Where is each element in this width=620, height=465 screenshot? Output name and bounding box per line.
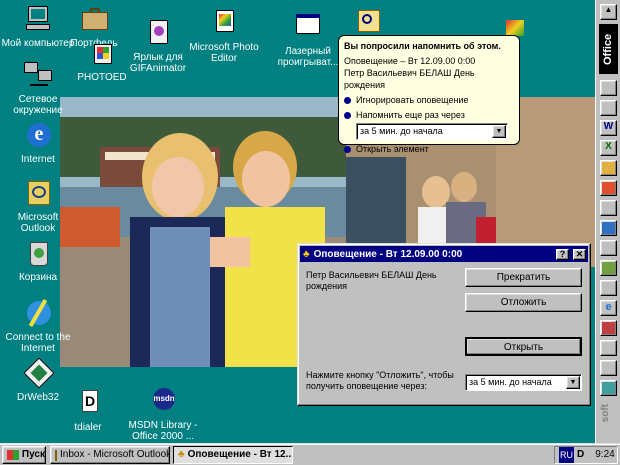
- photo-editor-icon: [208, 8, 240, 40]
- reminder-balloon: Вы попросили напомнить об этом. Оповещен…: [338, 35, 520, 154]
- bullet-icon: [344, 96, 351, 104]
- office-bar-bottom-label: soft: [600, 404, 611, 423]
- desktop-icon-recycle-bin[interactable]: Корзина: [0, 238, 76, 283]
- magnifier-icon: [356, 8, 382, 34]
- dialog-title: Оповещение - Вт 12.09.00 0:00: [313, 248, 463, 260]
- balloon-option-snooze[interactable]: Напомнить еще раз через: [344, 109, 514, 121]
- desktop-icon-label: Microsoft Photo Editor: [189, 42, 259, 64]
- balloon-heading: Вы попросили напомнить об этом.: [344, 41, 501, 51]
- office-app-icon[interactable]: [600, 340, 617, 356]
- taskbar-item-label: Оповещение - Вт 12...: [187, 449, 293, 460]
- chevron-down-icon[interactable]: ▼: [566, 376, 580, 389]
- tray-app-icon[interactable]: D: [577, 447, 584, 463]
- office-app-icon[interactable]: [600, 380, 617, 396]
- select-value: за 5 мин. до начала: [469, 377, 552, 387]
- desktop-icon-tdialer[interactable]: D tdialer: [50, 388, 126, 433]
- language-indicator[interactable]: RU: [559, 447, 574, 463]
- internet-explorer-icon[interactable]: e: [600, 300, 617, 316]
- balloon-subject-line: Петр Васильевич БЕЛАШ День рождения: [344, 68, 475, 90]
- dismiss-button[interactable]: Прекратить: [465, 268, 582, 287]
- desktop-icon-connect-internet[interactable]: Connect to the Internet: [0, 298, 76, 354]
- desktop-icon-label: Лазерный проигрыват...: [277, 46, 339, 68]
- outlook-icon: [22, 178, 54, 210]
- dialog-titlebar[interactable]: ♣ Оповещение - Вт 12.09.00 0:00 ? ✕: [300, 246, 588, 262]
- desktop-icon-label: Connect to the Internet: [5, 332, 71, 354]
- balloon-option-label: Открыть элемент: [356, 144, 429, 154]
- taskbar: Пуск Inbox - Microsoft Outlook ♣ Оповеще…: [0, 443, 620, 465]
- desktop-icon-laser-player[interactable]: Лазерный проигрыват...: [270, 12, 346, 68]
- desktop-icon-label: Ярлык для GIFAnimator: [129, 52, 187, 74]
- close-button[interactable]: ✕: [573, 248, 586, 260]
- help-button[interactable]: ?: [556, 248, 569, 260]
- desktop-icon-photo-editor[interactable]: Microsoft Photo Editor: [186, 8, 262, 64]
- desktop-icon-label: Корзина: [18, 272, 58, 283]
- gifanimator-icon: [142, 18, 174, 50]
- reminder-dialog: ♣ Оповещение - Вт 12.09.00 0:00 ? ✕ Петр…: [297, 243, 591, 406]
- desktop-icon-reminder-shortcut[interactable]: [354, 8, 384, 36]
- bullet-icon: [344, 145, 351, 153]
- desktop-icon-label: Microsoft Outlook: [17, 212, 59, 234]
- chevron-down-icon[interactable]: ▼: [492, 125, 506, 138]
- excel-icon[interactable]: X: [600, 140, 617, 156]
- briefcase-icon: [78, 4, 110, 36]
- office-app-icon[interactable]: [600, 220, 617, 236]
- select-value: за 5 мин. до начала: [360, 126, 443, 136]
- desktop-icon-gifanimator[interactable]: Ярлык для GIFAnimator: [120, 18, 196, 74]
- office-shortcut-bar: ▲ Office W X e soft: [595, 0, 620, 443]
- office-bar-label: Office: [599, 24, 618, 74]
- connect-internet-icon: [22, 298, 54, 330]
- postpone-prompt: Нажмите кнопку "Отложить", чтобы получит…: [306, 370, 454, 391]
- tdialer-icon: D: [72, 388, 104, 420]
- balloon-option-open[interactable]: Открыть элемент: [344, 143, 514, 155]
- office-app-icon[interactable]: [600, 100, 617, 116]
- office-app-icon[interactable]: [600, 180, 617, 196]
- postpone-select[interactable]: за 5 мин. до начала ▼: [465, 374, 582, 391]
- desktop-icon-label: Internet: [21, 154, 55, 165]
- start-button[interactable]: Пуск: [2, 446, 46, 464]
- office-app-icon[interactable]: [600, 320, 617, 336]
- start-label: Пуск: [21, 449, 45, 460]
- balloon-option-label: Игнорировать оповещение: [356, 95, 469, 105]
- office-app-icon[interactable]: [600, 80, 617, 96]
- balloon-snooze-select[interactable]: за 5 мин. до начала ▼: [356, 123, 508, 140]
- system-tray: RU D 9:24: [554, 446, 618, 464]
- drweb-icon: [22, 357, 55, 390]
- desktop-icon-label: Сетевое окружение: [13, 94, 63, 116]
- office-menu-icon[interactable]: ▲: [600, 4, 617, 20]
- desktop-icon-label: MSDN Library - Office 2000 ...: [128, 420, 198, 442]
- cd-player-icon: [292, 12, 324, 44]
- taskbar-item-label: Inbox - Microsoft Outlook: [60, 449, 170, 460]
- internet-explorer-icon: e: [22, 120, 54, 152]
- bell-icon: ♣: [303, 248, 310, 260]
- office-app-icon[interactable]: [600, 280, 617, 296]
- desktop-icon-msdn[interactable]: msdn MSDN Library - Office 2000 ...: [124, 386, 202, 442]
- balloon-reminder-line: Оповещение – Вт 12.09.00 0:00: [344, 56, 476, 66]
- desktop-icon-internet[interactable]: e Internet: [0, 120, 76, 165]
- taskbar-item-reminder[interactable]: ♣ Оповещение - Вт 12...: [173, 446, 293, 464]
- dialog-subject: Петр Васильевич БЕЛАШ День рождения: [306, 270, 437, 291]
- desktop-icon-outlook[interactable]: Microsoft Outlook: [0, 178, 76, 234]
- msdn-icon: msdn: [147, 386, 179, 418]
- office-app-icon[interactable]: [600, 240, 617, 256]
- office-app-icon[interactable]: [600, 160, 617, 176]
- clock[interactable]: 9:24: [595, 447, 614, 463]
- office-app-icon[interactable]: [600, 260, 617, 276]
- word-icon[interactable]: W: [600, 120, 617, 136]
- computer-icon: [22, 4, 54, 36]
- bell-icon: ♣: [178, 449, 185, 460]
- network-icon: [22, 60, 54, 92]
- balloon-option-label: Напомнить еще раз через: [356, 110, 465, 120]
- bullet-icon: [344, 111, 351, 119]
- office-app-icon[interactable]: [600, 200, 617, 216]
- desktop-icon-label: tdialer: [74, 422, 102, 433]
- recycle-bin-icon: [22, 238, 54, 270]
- office-app-icon[interactable]: [600, 360, 617, 376]
- open-button[interactable]: Открыть: [465, 337, 582, 356]
- photoed-icon: [86, 42, 118, 70]
- taskbar-item-outlook[interactable]: Inbox - Microsoft Outlook: [50, 446, 170, 464]
- windows-logo-icon: [7, 450, 19, 460]
- balloon-option-ignore[interactable]: Игнорировать оповещение: [344, 94, 514, 106]
- outlook-icon: [55, 449, 57, 461]
- postpone-button[interactable]: Отложить: [465, 293, 582, 312]
